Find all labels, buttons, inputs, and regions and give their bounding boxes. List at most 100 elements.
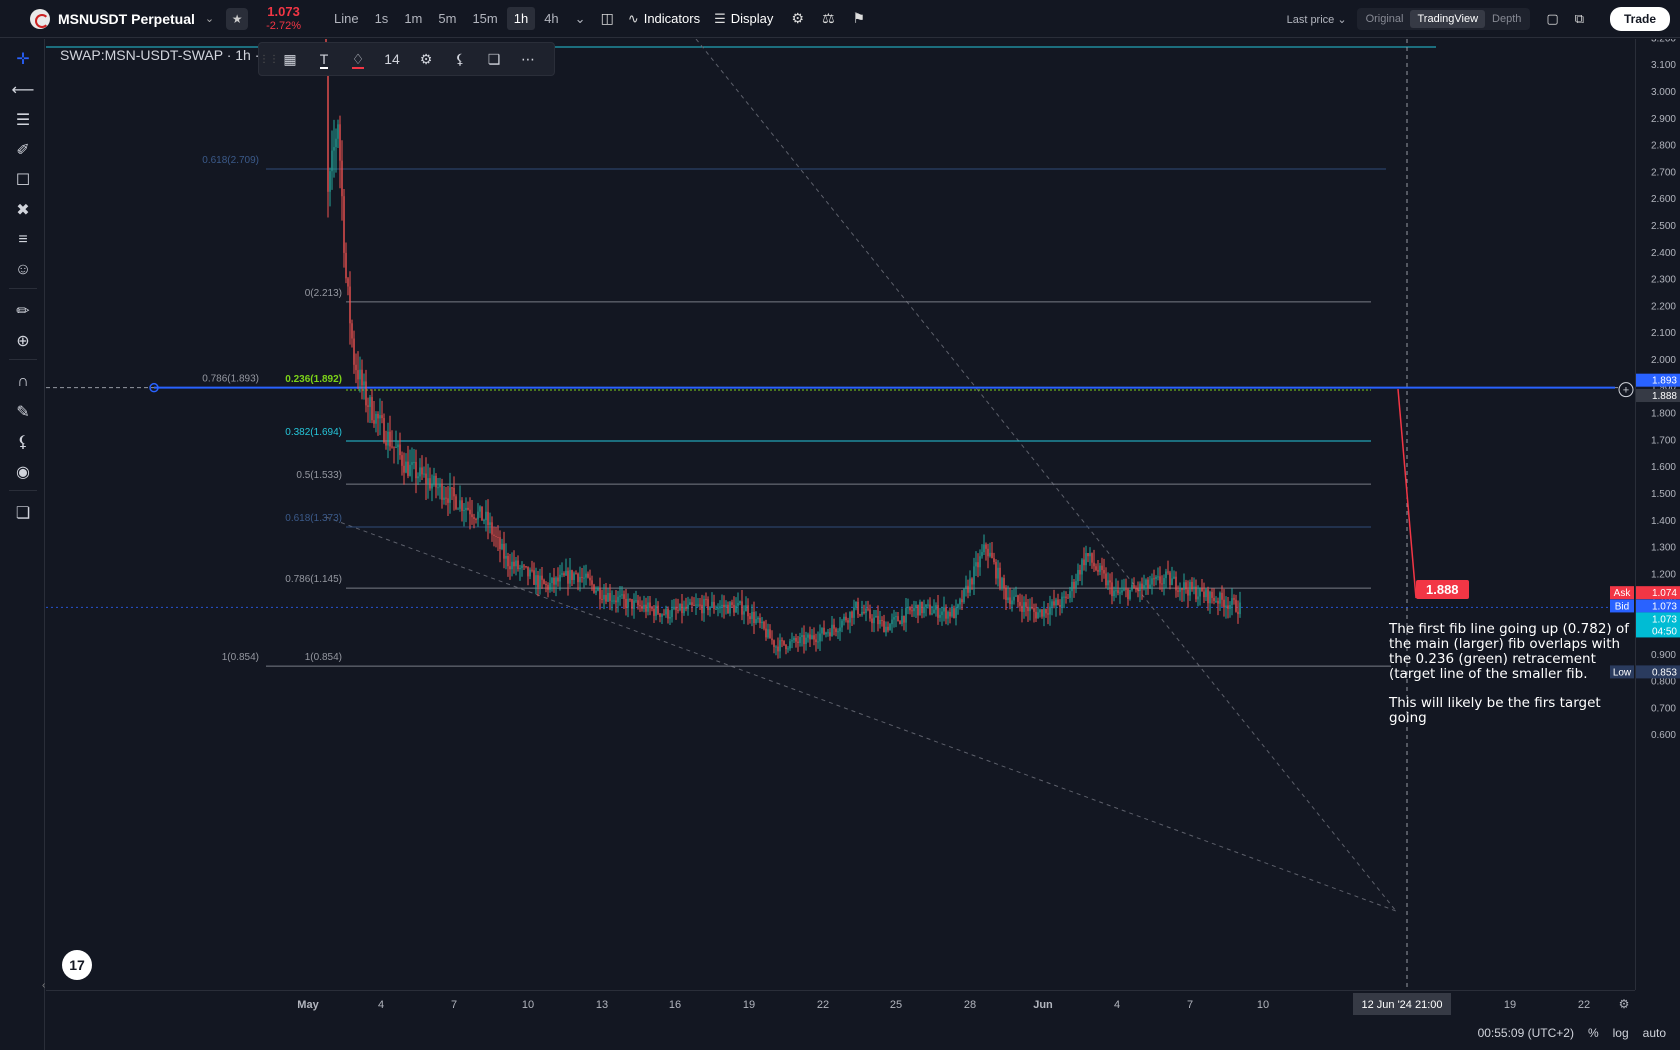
candle-body [1061,596,1063,607]
candle-body [907,606,909,608]
text-color-icon[interactable]: T [307,51,341,69]
candle-body [923,606,925,614]
price-callout[interactable]: 1.888 [1416,580,1469,599]
indicators-button[interactable]: ∿ Indicators [628,11,700,27]
candle-body [443,497,445,500]
view-depth[interactable]: Depth [1485,10,1528,28]
magnet-icon[interactable]: ∩ [11,370,35,394]
candle-body [459,500,461,509]
candle-body [675,606,677,610]
candle-body [937,605,939,618]
trade-button[interactable]: Trade [1609,7,1670,31]
candle-body [1215,600,1217,602]
callout-pointer [1397,388,1417,599]
percent-scale-toggle[interactable]: % [1588,1026,1599,1040]
candle-body [1031,606,1033,609]
ruler-icon[interactable]: ✏ [11,299,35,323]
candle-body [577,573,579,583]
auto-scale-toggle[interactable]: auto [1643,1026,1666,1040]
symbol-name[interactable]: MSNUSDT Perpetual [58,11,195,27]
candle-body [1017,595,1019,603]
candle-body [921,601,923,614]
more-dots-icon[interactable]: ⋯ [511,51,545,68]
bid-label: Bid [1615,601,1629,612]
favorite-star-icon[interactable]: ★ [226,7,249,30]
candle-body [969,578,971,593]
pattern-icon[interactable]: ✖ [11,198,35,222]
chevron-down-icon[interactable]: ⌄ [205,12,214,25]
trend-line-icon[interactable]: ⟵ [11,78,35,102]
brush-icon[interactable]: ✐ [11,138,35,162]
display-button[interactable]: ☰ Display [714,11,773,27]
emoji-icon[interactable]: ☺ [11,258,35,282]
compare-scale-icon[interactable]: ⚖ [822,10,835,27]
candle-body [1155,576,1157,580]
collapse-toolbar-chevron-icon[interactable]: ‹ [42,980,45,991]
timeframe-4h[interactable]: 4h [537,7,565,30]
view-tradingview[interactable]: TradingView [1410,10,1486,28]
eye-icon[interactable]: ◉ [11,460,35,484]
candle-body [515,560,517,567]
timeframe-line[interactable]: Line [327,7,366,30]
price-type-select[interactable]: Last price ⌄ [1287,13,1347,26]
candle-body [1227,605,1229,609]
trash-icon[interactable]: ❏ [11,501,35,525]
candle-body [335,138,337,148]
lock-icon[interactable]: ⚸ [443,51,477,68]
timeframe-1h[interactable]: 1h [506,7,536,30]
view-original[interactable]: Original [1359,10,1411,28]
chart-annotation-text[interactable]: The first fib line going up (0.782) of t… [1389,622,1635,726]
drag-handle-icon[interactable]: ⋮⋮ [259,54,279,65]
fullscreen-icon[interactable]: ⧉ [1575,11,1584,27]
price-chart[interactable]: + 0.5(3.282)0.618(2.709)0(2.213)0.786(1.… [46,39,1635,990]
log-scale-toggle[interactable]: log [1613,1026,1629,1040]
candle-body [735,605,737,613]
price-axis[interactable]: 3.8003.7003.6003.5003.4003.3003.2003.100… [1635,39,1680,990]
candle-body [649,602,651,608]
timeframe-1m[interactable]: 1m [397,7,429,30]
clock-timezone[interactable]: 00:55:09 (UTC+2) [1478,1026,1574,1040]
lock-icon[interactable]: ⚸ [11,430,35,454]
candle-body [517,560,519,570]
candle-body [499,537,501,550]
fill-color-icon[interactable]: ♢ [341,50,375,69]
fib-retracement-icon[interactable]: ≡ [11,228,35,252]
candle-body [593,584,595,593]
timeframe-5m[interactable]: 5m [431,7,463,30]
horizontal-lines-icon[interactable]: ☰ [11,108,35,132]
callout-icon[interactable]: ☐ [11,168,35,192]
candle-body [1207,589,1209,604]
timeframe-1s[interactable]: 1s [368,7,396,30]
layout-window-icon[interactable]: ▢ [1546,11,1558,27]
pencil-lock-icon[interactable]: ✎ [11,400,35,424]
price-tick-label: 1.400 [1651,516,1676,527]
candle-body [329,171,331,192]
timeframe-15m[interactable]: 15m [465,7,504,30]
candle-body [761,621,763,624]
alert-bell-icon[interactable]: ⚑ [853,10,866,27]
time-axis[interactable]: May4710131619222528Jun471016192212 Jun '… [46,990,1635,1016]
candle-body [799,637,801,644]
timeframe-more-chevron-icon[interactable]: ⌄ [568,7,593,31]
add-template-icon[interactable]: ▦ [273,51,307,68]
settings-gear-icon[interactable]: ⚙ [409,51,443,68]
candles-icon[interactable]: ◫ [601,10,614,27]
trash-icon[interactable]: ❏ [477,51,511,68]
crosshair-icon[interactable]: ✛ [11,47,35,71]
candle-body [1055,599,1057,606]
candle-body [783,640,785,645]
candle-body [1117,590,1119,593]
candle-body [1233,598,1235,600]
candle-body [667,608,669,619]
fib-level-label: 0.618(1.373) [285,513,342,524]
zoom-in-icon[interactable]: ⊕ [11,329,35,353]
fib-level-label: 0.786(1.893) [202,374,259,385]
candle-body [673,606,675,609]
settings-gear-icon[interactable]: ⚙ [791,10,804,27]
candle-body [501,543,503,550]
candle-body [749,616,751,620]
candle-body [1125,588,1127,590]
candle-body [989,552,991,557]
indicators-icon: ∿ [627,10,639,26]
font-size-value[interactable]: 14 [375,51,409,67]
